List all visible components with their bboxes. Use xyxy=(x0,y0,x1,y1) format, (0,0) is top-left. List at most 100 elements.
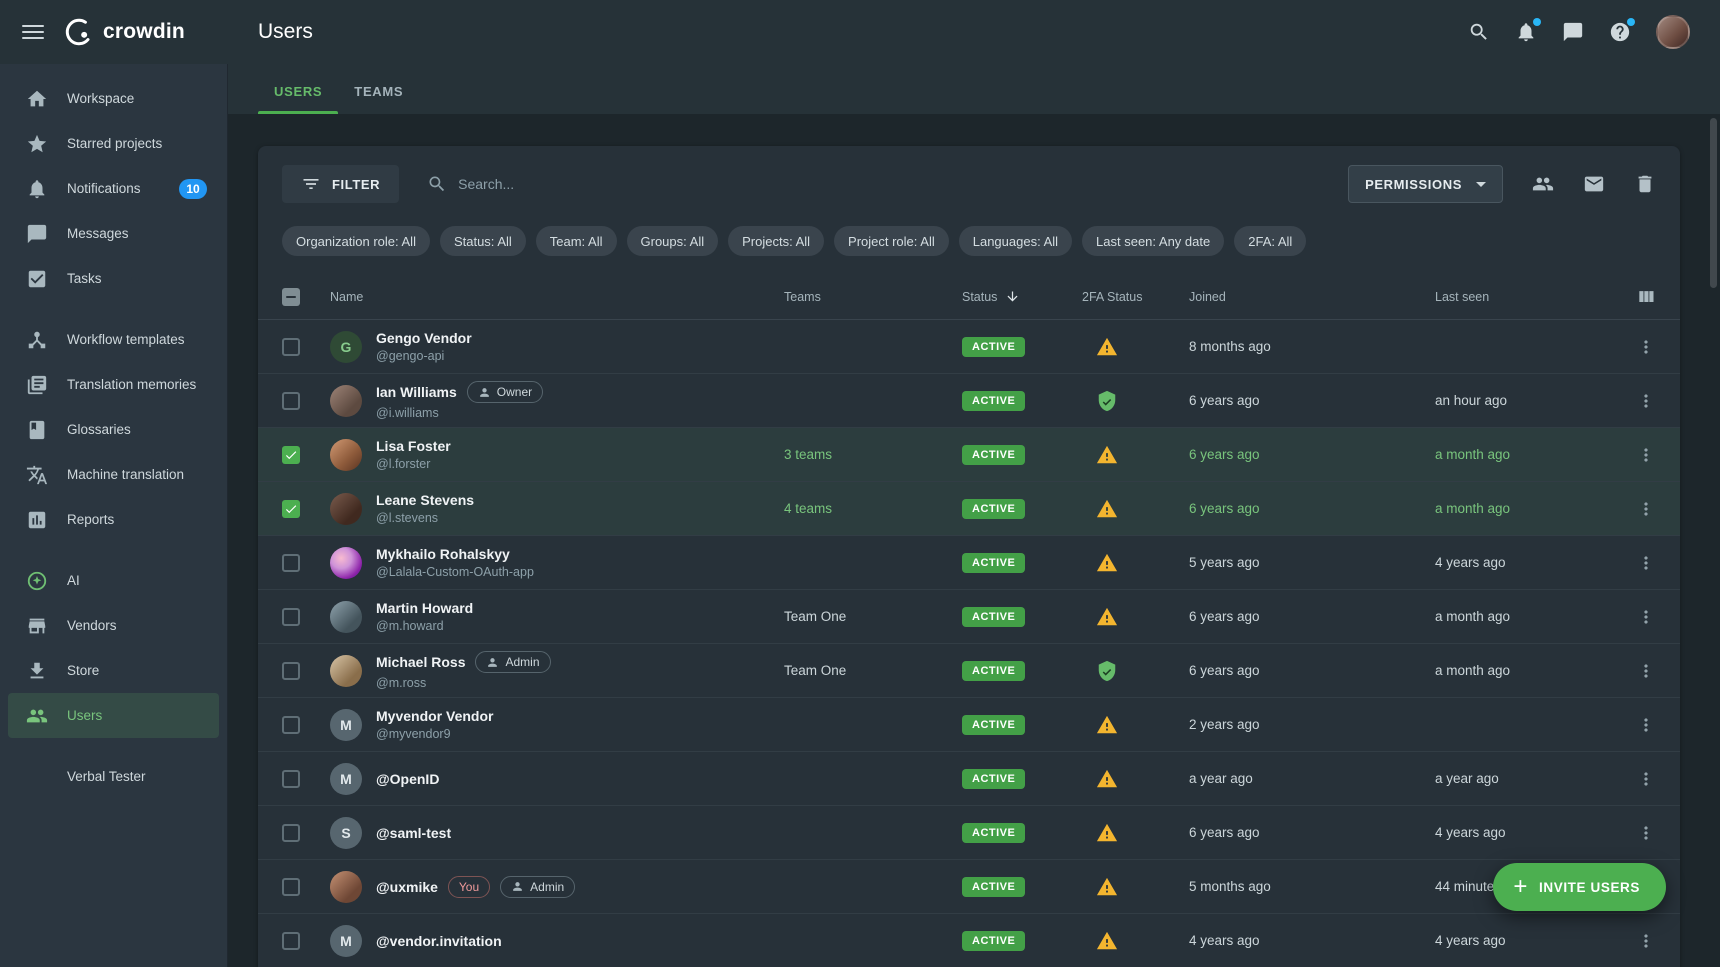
chip-last-seen[interactable]: Last seen: Any date xyxy=(1082,226,1224,256)
chip-groups[interactable]: Groups: All xyxy=(627,226,719,256)
column-last-seen[interactable]: Last seen xyxy=(1435,290,1611,304)
row-menu-button[interactable] xyxy=(1636,715,1656,735)
column-name[interactable]: Name xyxy=(330,290,784,304)
table-row[interactable]: M @vendor.invitation ACTIVE 4 years ago … xyxy=(258,914,1680,967)
table-row[interactable]: S @saml-test ACTIVE 6 years ago 4 years … xyxy=(258,806,1680,860)
row-checkbox[interactable] xyxy=(282,338,300,356)
row-checkbox[interactable] xyxy=(282,392,300,410)
row-menu-button[interactable] xyxy=(1636,661,1656,681)
row-menu-button[interactable] xyxy=(1636,931,1656,951)
chip-languages[interactable]: Languages: All xyxy=(959,226,1072,256)
messages-icon[interactable] xyxy=(1562,21,1584,43)
table-row[interactable]: Mykhailo Rohalskyy@Lalala-Custom-OAuth-a… xyxy=(258,536,1680,590)
table-row[interactable]: Ian WilliamsOwner@i.williams ACTIVE 6 ye… xyxy=(258,374,1680,428)
column-joined[interactable]: Joined xyxy=(1189,290,1435,304)
table-row[interactable]: Lisa Foster@l.forster 3 teams ACTIVE 6 y… xyxy=(258,428,1680,482)
scrollbar-thumb[interactable] xyxy=(1710,118,1717,288)
menu-icon[interactable] xyxy=(22,21,44,43)
help-icon[interactable] xyxy=(1609,21,1631,43)
table-row[interactable]: M @OpenID ACTIVE a year ago a year ago xyxy=(258,752,1680,806)
table-row[interactable]: M Myvendor Vendor@myvendor9 ACTIVE 2 yea… xyxy=(258,698,1680,752)
row-menu-button[interactable] xyxy=(1636,445,1656,465)
row-checkbox[interactable] xyxy=(282,554,300,572)
sidebar-item-ai[interactable]: AI xyxy=(8,558,219,603)
column-teams[interactable]: Teams xyxy=(784,290,962,304)
sidebar-item-vendors[interactable]: Vendors xyxy=(8,603,219,648)
row-menu-button[interactable] xyxy=(1636,553,1656,573)
table-row[interactable]: Michael RossAdmin@m.ross Team One ACTIVE… xyxy=(258,644,1680,698)
table-row[interactable]: Leane Stevens@l.stevens 4 teams ACTIVE 6… xyxy=(258,482,1680,536)
chip-project-role[interactable]: Project role: All xyxy=(834,226,949,256)
row-menu-button[interactable] xyxy=(1636,769,1656,789)
avatar: M xyxy=(330,763,362,795)
warning-icon xyxy=(1096,498,1118,520)
crowdin-logo[interactable]: crowdin xyxy=(64,17,185,47)
row-menu-button[interactable] xyxy=(1636,823,1656,843)
sidebar-item-label: AI xyxy=(67,573,80,588)
search-icon[interactable] xyxy=(1468,21,1490,43)
sidebar-item-verbal-tester[interactable]: Verbal Tester xyxy=(8,754,219,799)
teams-cell: Team One xyxy=(784,609,962,624)
chip-status[interactable]: Status: All xyxy=(440,226,526,256)
row-checkbox[interactable] xyxy=(282,446,300,464)
sidebar-item-workspace[interactable]: Workspace xyxy=(8,76,219,121)
row-menu-button[interactable] xyxy=(1636,391,1656,411)
notifications-icon[interactable] xyxy=(1515,21,1537,43)
sidebar-item-tasks[interactable]: Tasks xyxy=(8,256,219,301)
sidebar-item-machine-translation[interactable]: Machine translation xyxy=(8,452,219,497)
sidebar-item-label: Glossaries xyxy=(67,422,131,437)
column-status[interactable]: Status xyxy=(962,289,1082,304)
row-checkbox[interactable] xyxy=(282,500,300,518)
admin-badge: Admin xyxy=(475,651,550,673)
invite-users-button[interactable]: + INVITE USERS xyxy=(1493,863,1666,911)
sidebar-item-messages[interactable]: Messages xyxy=(8,211,219,256)
tab-teams[interactable]: TEAMS xyxy=(338,84,419,114)
email-icon[interactable] xyxy=(1583,173,1605,195)
row-checkbox[interactable] xyxy=(282,716,300,734)
columns-settings-icon[interactable] xyxy=(1636,287,1656,307)
permissions-button[interactable]: PERMISSIONS xyxy=(1348,165,1503,203)
select-all-checkbox[interactable] xyxy=(282,288,300,306)
filter-button[interactable]: FILTER xyxy=(282,165,399,203)
row-checkbox[interactable] xyxy=(282,662,300,680)
chip-team[interactable]: Team: All xyxy=(536,226,617,256)
row-checkbox[interactable] xyxy=(282,878,300,896)
row-checkbox[interactable] xyxy=(282,824,300,842)
row-menu-button[interactable] xyxy=(1636,607,1656,627)
sidebar-item-starred-projects[interactable]: Starred projects xyxy=(8,121,219,166)
teams-cell[interactable]: 4 teams xyxy=(784,501,962,516)
row-checkbox[interactable] xyxy=(282,770,300,788)
sidebar-item-users[interactable]: Users xyxy=(8,693,219,738)
row-menu-button[interactable] xyxy=(1636,337,1656,357)
chip-organization-role[interactable]: Organization role: All xyxy=(282,226,430,256)
sidebar-item-notifications[interactable]: Notifications10 xyxy=(8,166,219,211)
warning-icon xyxy=(1096,768,1118,790)
sidebar-item-store[interactable]: Store xyxy=(8,648,219,693)
chip-2fa[interactable]: 2FA: All xyxy=(1234,226,1306,256)
table-row[interactable]: @uxmikeYouAdmin ACTIVE 5 months ago 44 m… xyxy=(258,860,1680,914)
sidebar-item-translation-memories[interactable]: Translation memories xyxy=(8,362,219,407)
row-checkbox[interactable] xyxy=(282,608,300,626)
chip-projects[interactable]: Projects: All xyxy=(728,226,824,256)
search-input[interactable] xyxy=(458,176,738,192)
delete-icon[interactable] xyxy=(1634,173,1656,195)
sidebar-item-reports[interactable]: Reports xyxy=(8,497,219,542)
storefront-icon xyxy=(26,615,48,637)
teams-cell[interactable]: 3 teams xyxy=(784,447,962,462)
user-handle: @gengo-api xyxy=(376,349,472,363)
table-row[interactable]: G Gengo Vendor@gengo-api ACTIVE 8 months… xyxy=(258,320,1680,374)
filter-chips: Organization role: All Status: All Team:… xyxy=(282,226,1656,256)
sidebar-item-workflow-templates[interactable]: Workflow templates xyxy=(8,317,219,362)
tab-users[interactable]: USERS xyxy=(258,84,338,114)
warning-icon xyxy=(1096,606,1118,628)
user-avatar[interactable] xyxy=(1656,15,1690,49)
row-menu-button[interactable] xyxy=(1636,499,1656,519)
sidebar-item-glossaries[interactable]: Glossaries xyxy=(8,407,219,452)
sidebar-item-label: Notifications xyxy=(67,181,141,196)
column-2fa-status[interactable]: 2FA Status xyxy=(1082,290,1189,304)
add-to-team-icon[interactable] xyxy=(1532,173,1554,195)
table-row[interactable]: Martin Howard@m.howard Team One ACTIVE 6… xyxy=(258,590,1680,644)
last-seen-cell: 4 years ago xyxy=(1435,825,1611,840)
row-checkbox[interactable] xyxy=(282,932,300,950)
ai-icon xyxy=(26,570,48,592)
